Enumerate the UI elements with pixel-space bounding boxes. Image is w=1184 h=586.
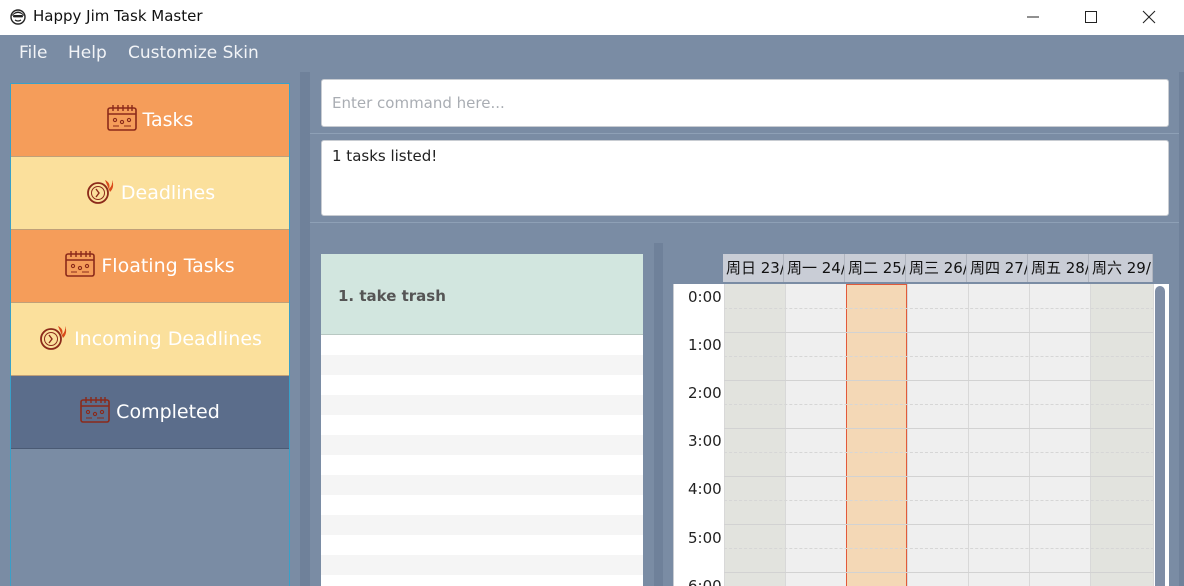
grid-line — [724, 308, 1154, 309]
calendar-day-header[interactable]: 周三 26/ — [906, 254, 967, 282]
list-item — [321, 395, 643, 415]
list-item — [321, 515, 643, 535]
sidebar-item-label: Floating Tasks — [101, 255, 235, 277]
result-display[interactable]: 1 tasks listed! — [321, 140, 1169, 216]
sidebar-item-label: Tasks — [142, 109, 194, 131]
flaming-clock-icon — [85, 177, 115, 210]
close-icon — [1142, 10, 1156, 23]
calendar-icon — [106, 104, 137, 136]
grid-line — [724, 380, 1154, 381]
grid-line — [724, 500, 1154, 501]
time-label: 4:00 — [688, 480, 722, 498]
calendar-scrollbar[interactable] — [1155, 286, 1165, 586]
grid-line — [724, 404, 1154, 405]
menu-help[interactable]: Help — [68, 43, 107, 63]
week-calendar: 周日 23/ 周一 24/ 周二 25/ 周三 26/ 周四 27/ 周五 28… — [673, 254, 1169, 586]
sidebar-item-label: Completed — [116, 401, 220, 423]
minimize-icon — [1027, 16, 1039, 17]
flaming-clock-icon — [38, 323, 68, 356]
calendar-icon — [65, 250, 96, 282]
calendar-day-column[interactable] — [785, 284, 846, 586]
sidebar-item-tasks[interactable]: Tasks — [11, 84, 289, 157]
calendar-header: 周日 23/ 周一 24/ 周二 25/ 周三 26/ 周四 27/ 周五 28… — [723, 254, 1153, 282]
list-item — [321, 475, 643, 495]
time-label: 5:00 — [688, 529, 722, 547]
menu-bar: File Help Customize Skin — [0, 35, 1184, 72]
menu-customize-skin[interactable]: Customize Skin — [128, 43, 259, 63]
title-bar: Happy Jim Task Master — [0, 0, 1184, 35]
calendar-day-column[interactable] — [1029, 284, 1090, 586]
calendar-day-header[interactable]: 周一 24/ — [784, 254, 845, 282]
list-item — [321, 415, 643, 435]
time-label: 3:00 — [688, 432, 722, 450]
close-button[interactable] — [1120, 0, 1178, 33]
time-label: 1:00 — [688, 336, 722, 354]
sidebar-item-incoming-deadlines[interactable]: Incoming Deadlines — [11, 303, 289, 376]
grid-line — [724, 572, 1154, 573]
result-text: 1 tasks listed! — [332, 147, 438, 165]
sidebar-item-completed[interactable]: Completed — [11, 376, 289, 449]
time-label: 0:00 — [688, 288, 722, 306]
list-calendar-divider[interactable] — [654, 243, 663, 586]
list-item — [321, 575, 643, 586]
grid-line — [724, 524, 1154, 525]
list-item — [321, 375, 643, 395]
list-item — [321, 335, 643, 355]
sidebar: Tasks Deadlines Floating Tasks Incoming … — [10, 83, 290, 586]
grid-line — [724, 332, 1154, 333]
calendar-grid[interactable]: 0:00 1:00 2:00 3:00 4:00 5:00 6:00 — [673, 284, 1154, 586]
grid-line — [724, 428, 1154, 429]
calendar-day-column[interactable] — [724, 284, 785, 586]
sidebar-item-deadlines[interactable]: Deadlines — [11, 157, 289, 230]
list-item — [321, 455, 643, 475]
menu-file[interactable]: File — [19, 43, 47, 63]
grid-line — [724, 356, 1154, 357]
calendar-day-header[interactable]: 周五 28/ — [1028, 254, 1089, 282]
calendar-day-header[interactable]: 周二 25/ — [845, 254, 906, 282]
calendar-day-column[interactable] — [1090, 284, 1154, 586]
list-item — [321, 435, 643, 455]
window-edge — [1179, 72, 1184, 586]
calendar-today-column[interactable] — [846, 284, 907, 586]
command-input[interactable] — [321, 79, 1169, 127]
app-logo-icon — [10, 9, 26, 25]
task-list[interactable]: 1. take trash — [321, 254, 643, 586]
maximize-icon — [1085, 10, 1097, 23]
grid-line — [724, 452, 1154, 453]
panel-divider[interactable] — [300, 72, 310, 586]
sidebar-item-label: Incoming Deadlines — [74, 328, 262, 350]
time-label: 6:00 — [688, 577, 722, 586]
window-title: Happy Jim Task Master — [33, 7, 203, 25]
calendar-day-header[interactable]: 周六 29/ — [1089, 254, 1153, 282]
calendar-day-column[interactable] — [907, 284, 968, 586]
list-item — [321, 555, 643, 575]
sidebar-item-label: Deadlines — [120, 182, 216, 204]
calendar-day-header[interactable]: 周日 23/ — [723, 254, 784, 282]
sidebar-item-floating-tasks[interactable]: Floating Tasks — [11, 230, 289, 303]
time-column: 0:00 1:00 2:00 3:00 4:00 5:00 6:00 — [674, 284, 724, 586]
calendar-day-column[interactable] — [968, 284, 1029, 586]
time-label: 2:00 — [688, 384, 722, 402]
task-card[interactable]: 1. take trash — [321, 254, 643, 335]
list-item — [321, 535, 643, 555]
maximize-button[interactable] — [1062, 0, 1120, 33]
calendar-icon — [80, 396, 110, 428]
separator — [310, 133, 1184, 134]
separator — [310, 222, 1184, 223]
task-label: 1. take trash — [338, 287, 446, 305]
calendar-day-header[interactable]: 周四 27/ — [967, 254, 1028, 282]
list-item — [321, 355, 643, 375]
grid-line — [724, 548, 1154, 549]
grid-line — [724, 476, 1154, 477]
list-item — [321, 495, 643, 515]
minimize-button[interactable] — [1004, 0, 1062, 33]
